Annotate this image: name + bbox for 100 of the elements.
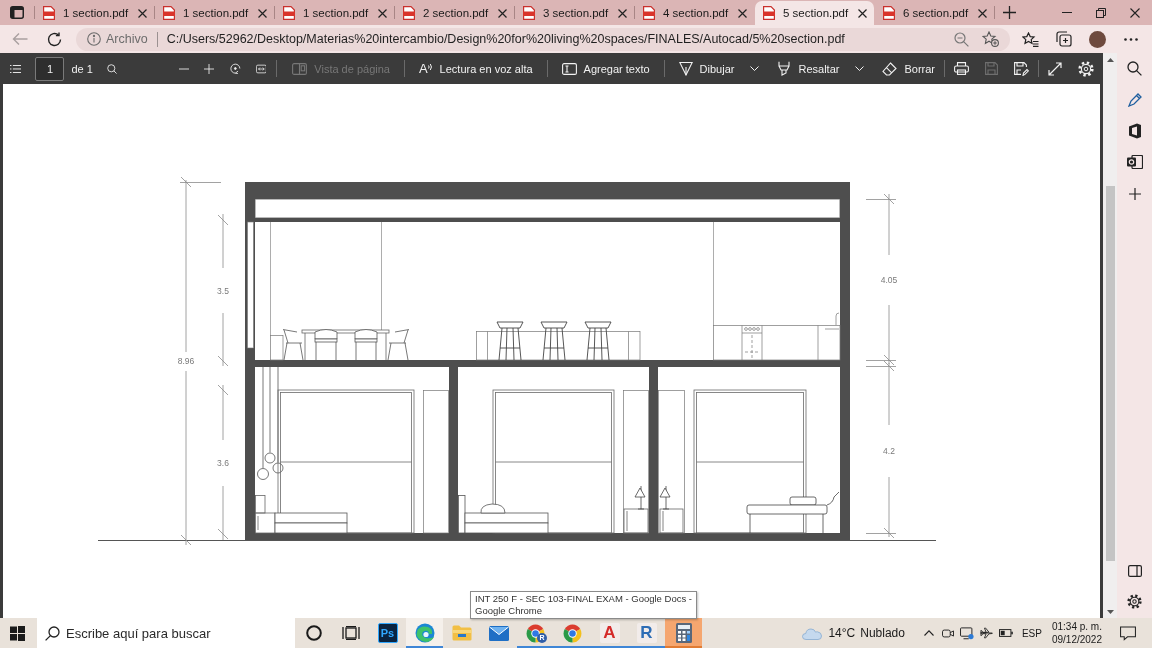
draw-button[interactable]: Dibujar	[678, 61, 760, 76]
weather-condition[interactable]: Nublado	[860, 626, 905, 640]
erase-button[interactable]: Borrar	[882, 61, 935, 76]
close-icon[interactable]	[258, 8, 267, 18]
plus-icon[interactable]	[1128, 188, 1141, 200]
bar-stool	[540, 321, 568, 361]
browser-tab[interactable]: 5 section.pdf	[755, 1, 874, 25]
close-icon[interactable]	[378, 8, 387, 18]
dimension-label: 8.96	[177, 356, 195, 366]
browser-tab[interactable]: 4 section.pdf	[635, 1, 754, 25]
app-letter-tile: R	[636, 623, 657, 643]
star-plus-icon[interactable]	[982, 31, 999, 47]
ring-logo-icon[interactable]	[1127, 123, 1142, 139]
browser-tab[interactable]: 1 section.pdf	[275, 1, 394, 25]
close-icon[interactable]	[738, 8, 747, 18]
fullscreen-icon[interactable]	[1048, 61, 1062, 76]
search-icon[interactable]	[1127, 61, 1142, 76]
chevron-up-icon[interactable]	[923, 630, 934, 636]
notification-icon[interactable]	[1120, 625, 1136, 641]
close-icon[interactable]	[618, 8, 627, 18]
url-text: C:/Users/52962/Desktop/Materias%20intercambio/Design%20for%20living%20spaces/FINALES/Autocad/5%20section.pdf	[166, 32, 845, 46]
settings-icon[interactable]	[1127, 594, 1142, 609]
restore-icon[interactable]	[1096, 7, 1106, 18]
taskbar-button[interactable]	[406, 618, 443, 648]
nightstand	[255, 495, 276, 534]
scrollbar-thumb[interactable]	[1105, 186, 1115, 561]
add-text-button[interactable]: Agregar texto	[561, 62, 650, 75]
save-as-icon[interactable]	[1014, 61, 1029, 76]
close-icon[interactable]	[858, 8, 867, 18]
fit-width-icon[interactable]	[255, 62, 267, 75]
refresh-icon[interactable]	[47, 31, 62, 47]
pdf-file-icon	[283, 6, 295, 20]
rotate-icon[interactable]	[229, 61, 241, 76]
folder-icon	[451, 625, 472, 641]
pdf-file-icon	[523, 6, 535, 20]
taskbar-button[interactable]	[665, 618, 702, 648]
browser-tab[interactable]: 1 section.pdf	[155, 1, 274, 25]
circle-icon[interactable]	[305, 625, 322, 641]
highlighter-icon	[777, 61, 792, 76]
dimension-label: 4.05	[880, 275, 898, 285]
close-icon[interactable]	[138, 8, 147, 18]
dining-chair	[354, 329, 378, 361]
tab-actions-icon[interactable]	[10, 6, 24, 19]
list-icon[interactable]	[10, 62, 22, 75]
video-camera-icon[interactable]	[941, 627, 954, 639]
profile-avatar[interactable]	[1089, 30, 1106, 48]
envelope-icon	[488, 625, 509, 641]
segmented-circle-icon	[563, 623, 582, 643]
zoom-in-icon[interactable]	[203, 61, 214, 76]
app-letter-tile: A	[599, 623, 620, 643]
task-view-icon[interactable]	[341, 626, 360, 640]
segmented-circle-icon	[526, 623, 545, 643]
highlight-button[interactable]: Resaltar	[777, 61, 865, 76]
collections-icon[interactable]	[1056, 31, 1072, 47]
read-aloud-button[interactable]: A Lectura en voz alta	[418, 61, 533, 76]
page-number-field[interactable]: 1	[35, 56, 65, 81]
browser-tab[interactable]: 6 section.pdf	[875, 1, 994, 25]
browser-tab[interactable]: 2 section.pdf	[395, 1, 514, 25]
zoom-out-icon[interactable]	[954, 31, 969, 47]
mail-logo-icon[interactable]	[1126, 155, 1143, 169]
taskbar-button[interactable]: A	[591, 618, 628, 648]
sideboard	[270, 335, 284, 361]
bar-stool	[496, 321, 524, 361]
printer-icon[interactable]	[954, 62, 969, 75]
close-icon[interactable]	[498, 8, 507, 18]
clock-time[interactable]: 01:34 p. m.	[1051, 620, 1102, 633]
tooltip: INT 250 F - SEC 103-FINAL EXAM - Google Docs - Google Chrome	[470, 591, 697, 619]
airplane-icon[interactable]	[979, 627, 993, 639]
start-icon[interactable]	[10, 625, 25, 641]
battery-icon[interactable]	[998, 629, 1013, 637]
taskbar-button[interactable]: Ps	[369, 618, 406, 648]
taskbar-button[interactable]: R	[628, 618, 665, 648]
panel-icon[interactable]	[1127, 565, 1142, 577]
more-icon[interactable]	[1124, 37, 1138, 41]
page-count: de 1	[71, 62, 93, 75]
eraser-icon	[882, 61, 898, 76]
temperature-text[interactable]: 14°C	[828, 626, 856, 640]
table-lamp	[659, 485, 671, 510]
close-icon[interactable]	[978, 8, 987, 18]
info-icon[interactable]	[87, 32, 101, 46]
search-field[interactable]: Escribe aquí para buscar	[37, 618, 295, 648]
plus-icon[interactable]	[1002, 6, 1016, 19]
star-list-icon[interactable]	[1022, 31, 1039, 47]
search-icon[interactable]	[106, 61, 117, 76]
text-box-icon	[561, 62, 577, 75]
clock-date[interactable]: 09/12/2022	[1051, 633, 1102, 646]
language-indicator[interactable]: ESP	[1021, 627, 1042, 639]
pen-icon[interactable]	[1127, 93, 1142, 107]
scroll-down-icon[interactable]	[1106, 610, 1114, 614]
browser-tab[interactable]: 3 section.pdf	[515, 1, 634, 25]
browser-tab[interactable]: 1 section.pdf	[35, 1, 154, 25]
dining-chair	[387, 329, 410, 361]
pdf-file-icon	[163, 6, 175, 20]
bar-stool	[584, 321, 612, 361]
scroll-up-icon[interactable]	[1106, 58, 1114, 62]
monitor-icon[interactable]	[959, 626, 974, 640]
address-bar[interactable]: Archivo C:/Users/52962/Desktop/Materias%20intercambio/Design%20for%20living%20spaces/FINALES/Autocad/5%20section.pdf	[76, 27, 1010, 51]
close-icon[interactable]	[1130, 7, 1140, 18]
dimension-label: 4.2	[883, 446, 895, 456]
security-label[interactable]: Archivo	[106, 32, 148, 46]
